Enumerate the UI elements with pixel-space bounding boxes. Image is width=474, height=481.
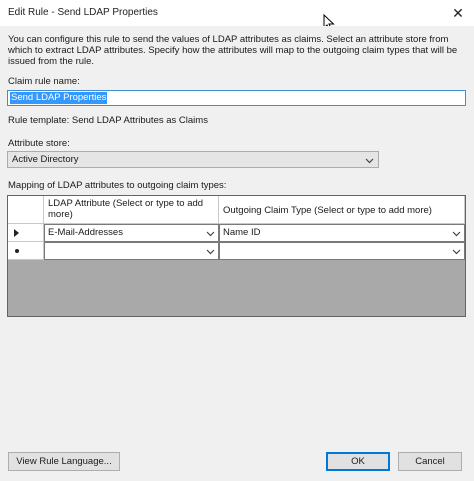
column-header-claim[interactable]: Outgoing Claim Type (Select or type to a…	[219, 196, 465, 224]
column-header-ldap[interactable]: LDAP Attribute (Select or type to add mo…	[44, 196, 219, 224]
chevron-down-icon	[206, 231, 215, 237]
ldap-attribute-dropdown-1[interactable]: E-Mail-Addresses	[44, 224, 219, 242]
claim-type-dropdown-1[interactable]: Name ID	[219, 224, 465, 242]
column-header-claim-text: Outgoing Claim Type (Select or type to a…	[223, 205, 432, 216]
chevron-down-icon	[365, 158, 374, 164]
ldap-attribute-dropdown-new[interactable]	[44, 242, 219, 260]
chevron-down-icon	[452, 231, 461, 237]
grid-corner-header	[8, 196, 44, 224]
chevron-down-icon	[452, 249, 461, 255]
cancel-button[interactable]: Cancel	[398, 452, 462, 471]
claim-rule-name-value: Send LDAP Properties	[10, 92, 108, 104]
attribute-store-label: Attribute store:	[8, 138, 70, 149]
row-header-new[interactable]	[8, 242, 44, 260]
chevron-down-icon	[206, 249, 215, 255]
rule-template-text: Rule template: Send LDAP Attributes as C…	[8, 115, 208, 126]
column-header-ldap-text: LDAP Attribute (Select or type to add mo…	[48, 198, 204, 220]
window-title: Edit Rule - Send LDAP Properties	[8, 7, 158, 18]
new-row-icon	[15, 249, 19, 253]
view-rule-language-button[interactable]: View Rule Language...	[8, 452, 120, 471]
ldap-attribute-value-1: E-Mail-Addresses	[48, 227, 123, 238]
mapping-label: Mapping of LDAP attributes to outgoing c…	[8, 180, 227, 191]
row-header-1[interactable]	[8, 224, 44, 242]
attribute-store-value: Active Directory	[12, 154, 79, 165]
description-text: You can configure this rule to send the …	[8, 34, 458, 67]
mapping-grid[interactable]: LDAP Attribute (Select or type to add mo…	[7, 195, 466, 317]
claim-rule-name-input[interactable]: Send LDAP Properties	[7, 90, 466, 106]
attribute-store-dropdown[interactable]: Active Directory	[7, 151, 379, 168]
claim-rule-name-label: Claim rule name:	[8, 76, 80, 87]
claim-type-dropdown-new[interactable]	[219, 242, 465, 260]
ok-button[interactable]: OK	[326, 452, 390, 471]
dialog-body: You can configure this rule to send the …	[0, 26, 474, 481]
close-icon[interactable]: ✕	[448, 3, 468, 23]
claim-type-value-1: Name ID	[223, 227, 261, 238]
current-row-icon	[14, 229, 19, 237]
title-bar: Edit Rule - Send LDAP Properties ✕	[0, 0, 474, 32]
